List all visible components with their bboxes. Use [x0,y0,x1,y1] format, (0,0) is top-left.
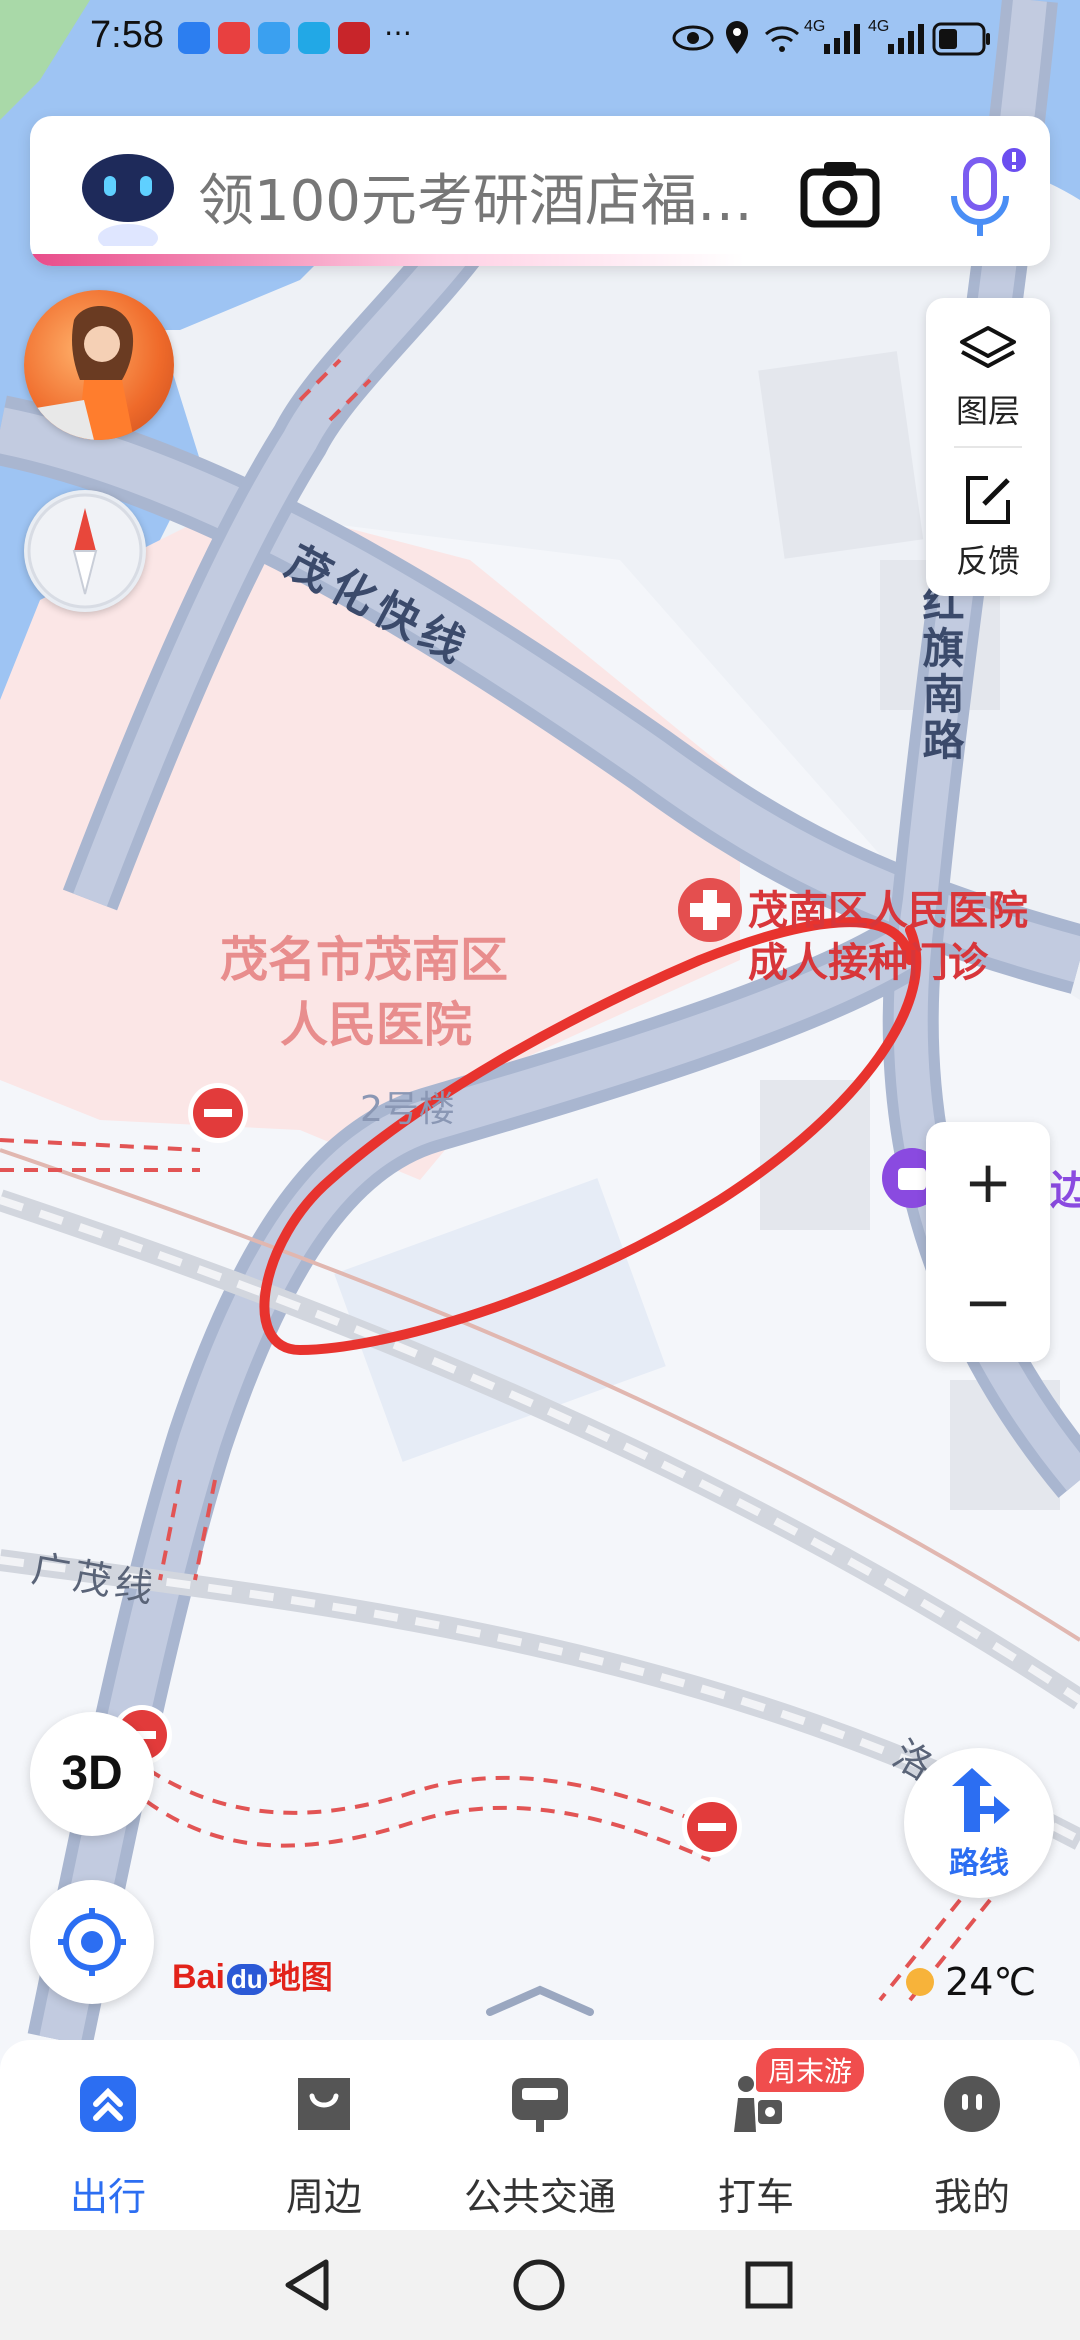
hongqi-road-label: 红旗南路 [916,580,965,764]
locate-icon [58,1908,126,1976]
nav-label-transit: 公共交通 [463,2175,616,2219]
recents-icon[interactable] [744,2260,794,2310]
compass-button[interactable] [24,490,146,612]
3d-label: 3D [61,1747,123,1800]
zoom-in-button[interactable]: + [926,1122,1050,1242]
nav-label-travel: 出行 [69,2175,146,2219]
nav-label-profile: 我的 [933,2175,1010,2219]
search-input[interactable]: 领100元考研酒店福… [198,156,838,237]
wifi-icon [765,26,799,52]
eye-icon [672,25,714,51]
notification-app-icon [178,22,210,54]
bus-icon [512,2078,568,2132]
profile-icon [944,2076,1000,2132]
notification-app-icon [338,22,370,54]
more-notifications-icon: ⋯ [384,17,412,48]
route-arrow-icon [952,1768,1010,1832]
nav-item-nearby[interactable]: 周边 [224,2060,424,2220]
camera-icon[interactable] [800,158,880,228]
back-icon[interactable] [282,2258,332,2312]
locate-me-button[interactable] [30,1880,154,2004]
clinic-label-2[interactable]: 成人接种门诊 [748,930,988,988]
logo-du: du [226,1964,267,1995]
home-icon[interactable] [512,2258,566,2312]
travel-icon [80,2076,136,2132]
hospital-area-label-1: 茂名市茂南区 [220,932,509,988]
bottom-nav: 出行 周边 公共交通 打车 我的 [0,2040,1080,2230]
weather-widget[interactable]: 24℃ [900,1960,1036,2004]
temperature-label: 24℃ [945,1960,1037,2004]
nearby-icon [298,2078,350,2130]
signal-icon [824,24,860,54]
nav-label-nearby: 周边 [285,2175,362,2219]
baidu-map-logo: Bai du 地图 [172,1952,333,2002]
zoom-out-button[interactable]: − [926,1242,1050,1362]
sun-icon [906,1968,934,1996]
logo-bai: Bai [172,1958,225,1996]
system-nav-bar [0,2230,1080,2340]
status-bar: 7:58 ⋯ 4G 4G [0,0,1080,84]
search-bar-accent [30,254,1050,266]
feedback-label: 反馈 [955,542,1020,580]
no-entry-icon [682,1797,742,1857]
compass-icon [27,493,143,609]
feedback-icon [966,476,1010,524]
no-entry-icon [188,1083,248,1143]
voice-mic-icon[interactable] [930,146,1030,246]
signal-icon [888,24,924,54]
location-icon [726,21,748,54]
building-label: 2号楼 [360,1089,455,1130]
notification-app-icon [258,22,290,54]
hospital-area-label-2: 人民医院 [280,997,473,1053]
route-button[interactable]: 路线 [904,1748,1054,1898]
nav-item-transit[interactable]: 公共交通 [440,2060,640,2220]
route-label: 路线 [949,1846,1009,1881]
layers-label: 图层 [955,392,1020,430]
search-bar[interactable]: 领100元考研酒店福… [30,116,1050,266]
map-tools-panel: 图层 反馈 [926,298,1050,596]
ai-assistant-icon[interactable] [78,146,178,246]
layers-button[interactable]: 图层 [926,298,1050,446]
hospital-marker-icon [678,878,742,942]
battery-icon [932,22,990,56]
status-time: 7:58 [90,14,164,56]
clinic-label-1[interactable]: 茂南区人民医院 [748,878,1028,936]
nav-item-profile[interactable]: 我的 [872,2060,1072,2220]
taxi-promo-badge: 周末游 [756,2048,865,2092]
nav-item-travel[interactable]: 出行 [8,2060,208,2220]
zoom-control: + − [926,1122,1050,1362]
avatar[interactable] [24,290,174,440]
avatar-figure-icon [24,306,134,440]
notification-app-icon [298,22,330,54]
3d-toggle-button[interactable]: 3D [30,1712,154,1836]
notification-app-icon [218,22,250,54]
feedback-button[interactable]: 反馈 [926,448,1050,596]
layers-icon [960,326,1016,368]
logo-ditu: 地图 [268,1958,333,1996]
nav-label-taxi: 打车 [717,2175,794,2219]
